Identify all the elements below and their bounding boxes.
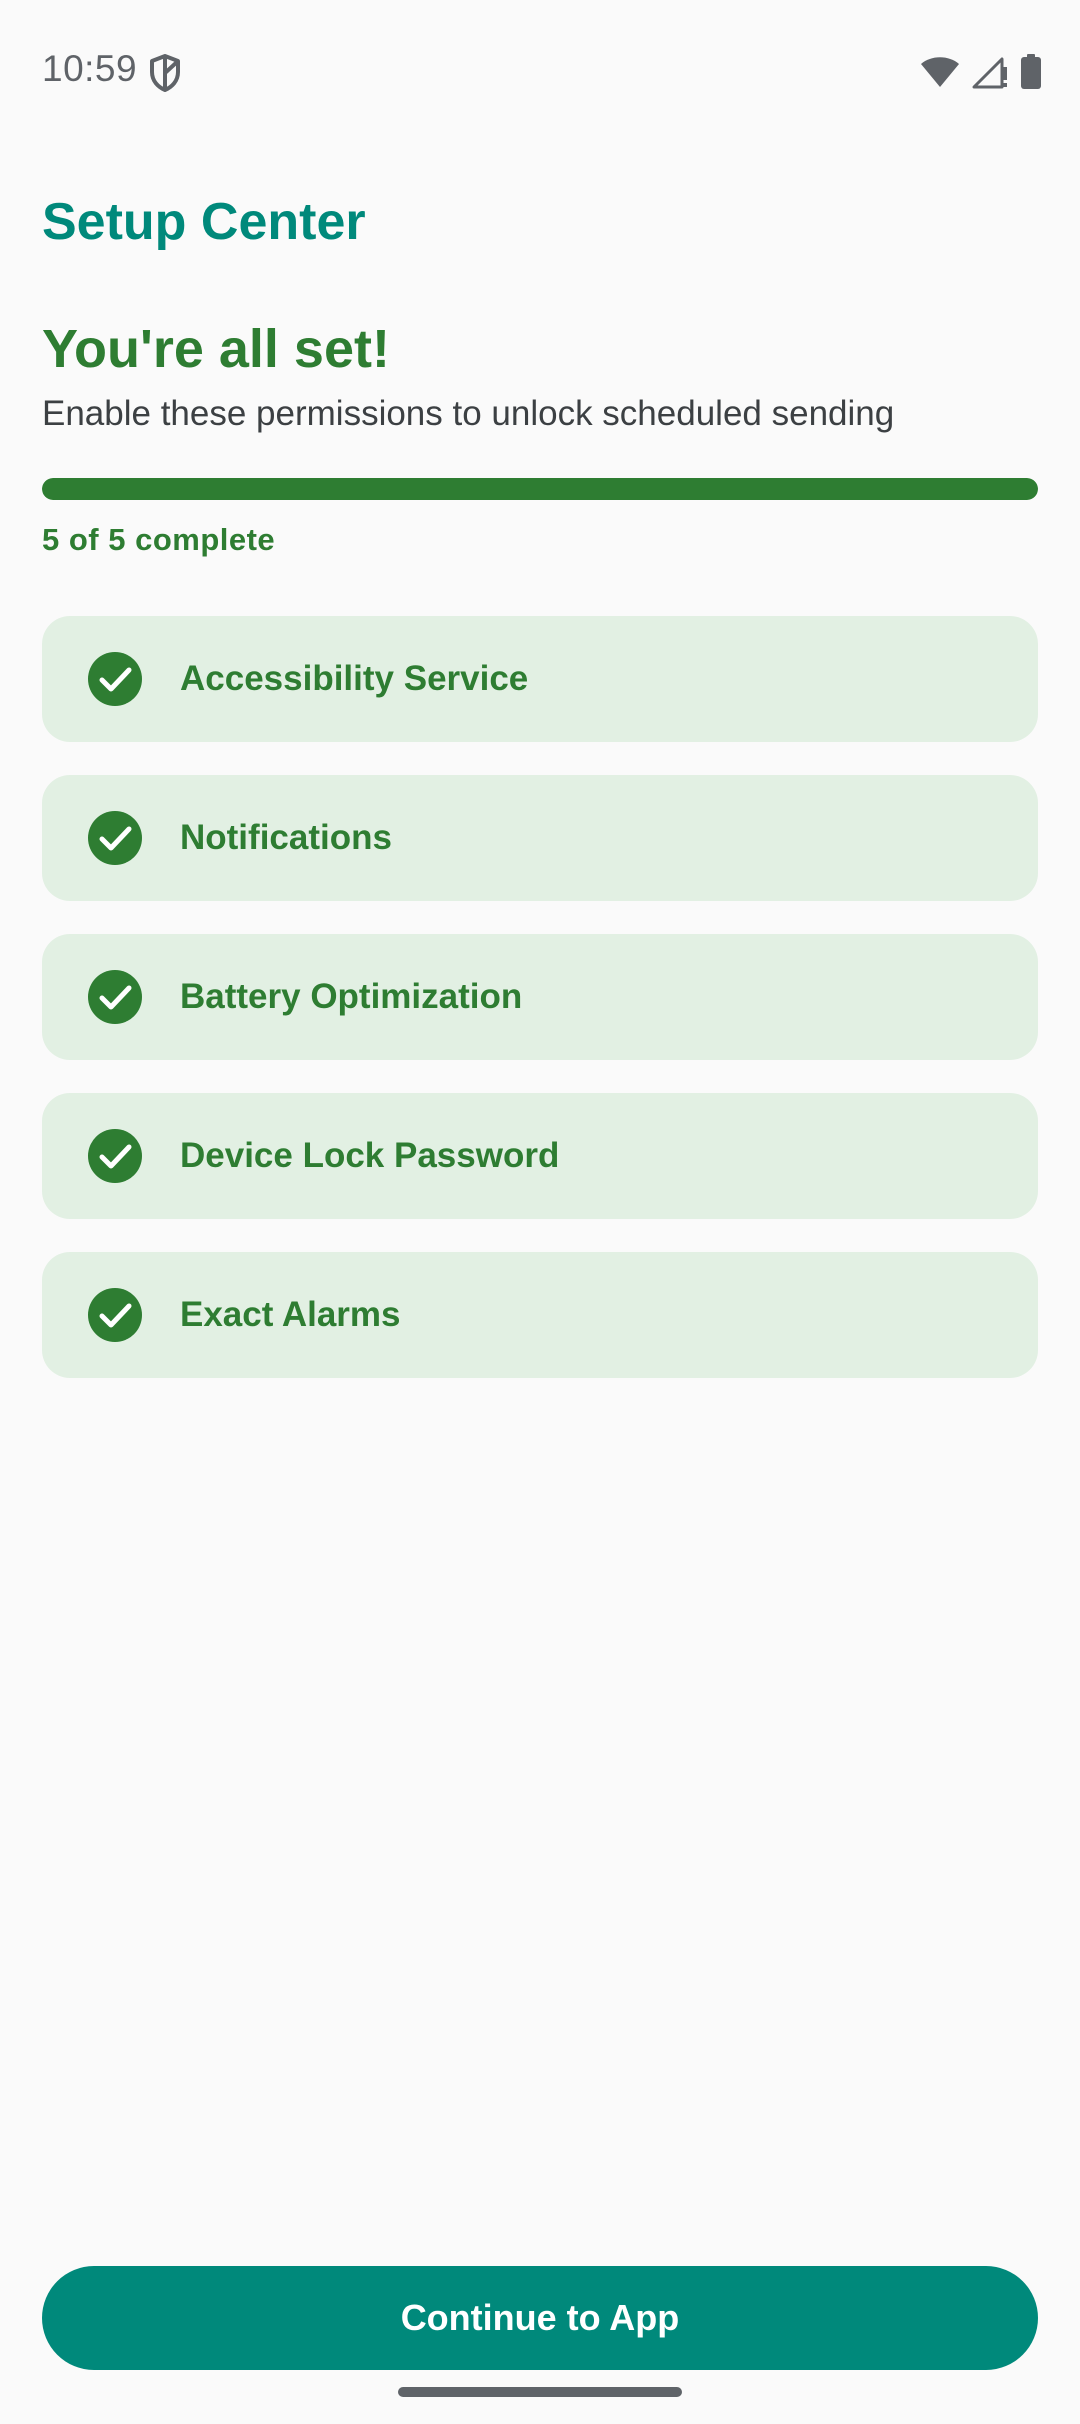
status-icons [920, 52, 1042, 92]
permission-label: Exact Alarms [180, 1295, 401, 1334]
completion-subtitle: Enable these permissions to unlock sched… [42, 394, 895, 433]
permission-label: Accessibility Service [180, 659, 529, 698]
check-circle-icon [88, 652, 142, 706]
permission-item-battery-optimization[interactable]: Battery Optimization [42, 934, 1038, 1060]
check-circle-icon [88, 1129, 142, 1183]
permission-label: Battery Optimization [180, 977, 523, 1016]
permission-item-device-lock-password[interactable]: Device Lock Password [42, 1093, 1038, 1219]
battery-icon [1021, 54, 1041, 89]
check-circle-icon [88, 811, 142, 865]
progress-bar [42, 478, 1038, 500]
cell-signal-icon [972, 57, 1007, 89]
navigation-gesture-handle[interactable] [398, 2387, 682, 2397]
permission-item-accessibility-service[interactable]: Accessibility Service [42, 616, 1038, 742]
permission-item-exact-alarms[interactable]: Exact Alarms [42, 1252, 1038, 1378]
permission-item-notifications[interactable]: Notifications [42, 775, 1038, 901]
permission-list: Accessibility Service Notifications Batt… [42, 616, 1038, 1411]
progress-bar-fill [42, 478, 1038, 500]
page-title: Setup Center [42, 193, 366, 251]
progress-label: 5 of 5 complete [42, 522, 276, 557]
permission-label: Notifications [180, 818, 392, 857]
continue-to-app-button[interactable]: Continue to App [42, 2266, 1038, 2370]
status-bar: 10:59 [0, 0, 1080, 140]
shield-icon [150, 54, 180, 92]
completion-headline: You're all set! [42, 319, 390, 379]
check-circle-icon [88, 1288, 142, 1342]
check-circle-icon [88, 970, 142, 1024]
status-time: 10:59 [42, 48, 138, 89]
wifi-icon [921, 57, 959, 87]
permission-label: Device Lock Password [180, 1136, 560, 1175]
setup-center-screen: 10:59 Setup Center You're all set! Enabl… [0, 0, 1080, 2424]
